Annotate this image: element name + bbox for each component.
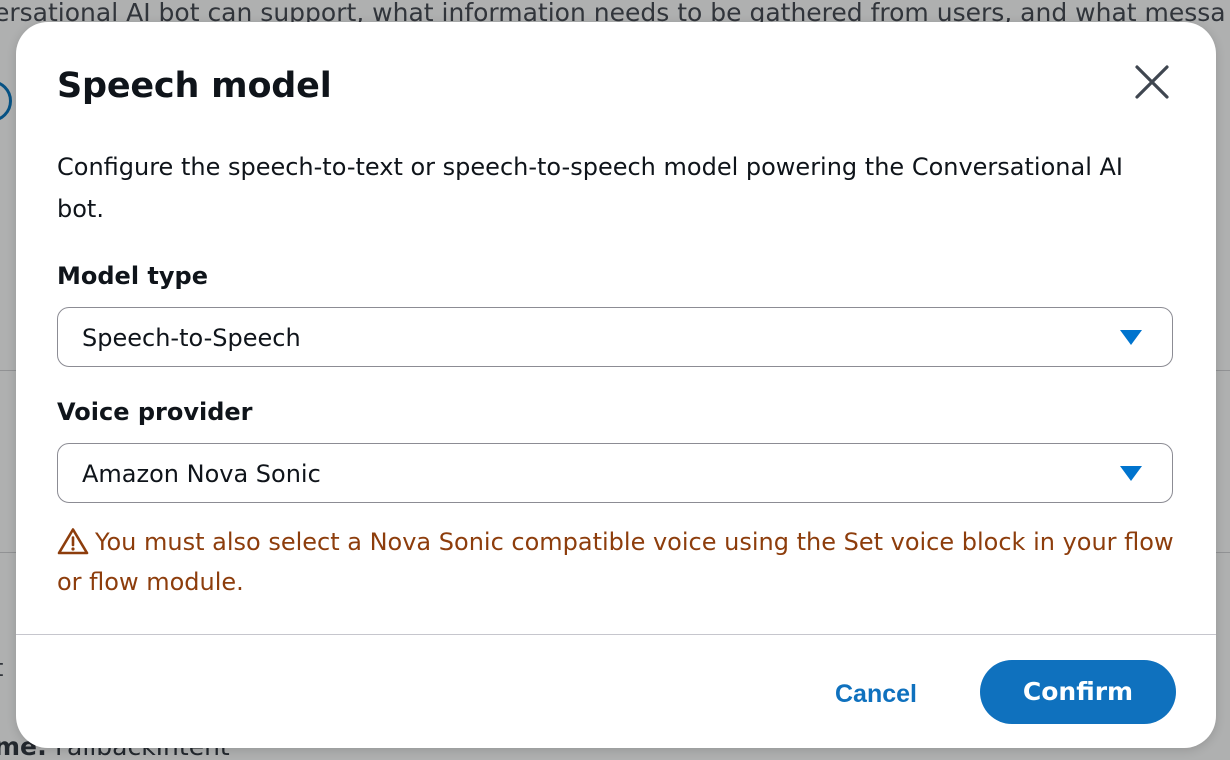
dialog-title: Speech model [57, 66, 332, 106]
model-type-value: Speech-to-Speech [82, 324, 301, 352]
caret-down-icon [1120, 466, 1142, 481]
speech-model-dialog: Speech model Configure the speech-to-tex… [16, 22, 1216, 748]
close-icon [1135, 65, 1169, 99]
model-type-select[interactable]: Speech-to-Speech [57, 307, 1173, 367]
voice-provider-label: Voice provider [57, 398, 253, 426]
warning-icon [57, 528, 89, 555]
voice-provider-select[interactable]: Amazon Nova Sonic [57, 443, 1173, 503]
background-fragment-text: t [0, 654, 3, 682]
footer-divider [16, 634, 1216, 635]
model-type-label: Model type [57, 262, 208, 290]
warning-text: You must also select a Nova Sonic compat… [57, 528, 1174, 596]
cancel-button[interactable]: Cancel [816, 662, 936, 724]
confirm-button[interactable]: Confirm [980, 660, 1176, 724]
close-button[interactable] [1128, 58, 1176, 106]
warning-message: You must also select a Nova Sonic compat… [57, 522, 1177, 602]
dialog-description: Configure the speech-to-text or speech-t… [57, 153, 1123, 223]
voice-provider-value: Amazon Nova Sonic [82, 460, 321, 488]
caret-down-icon [1120, 330, 1142, 345]
background-radio-icon [0, 80, 12, 122]
